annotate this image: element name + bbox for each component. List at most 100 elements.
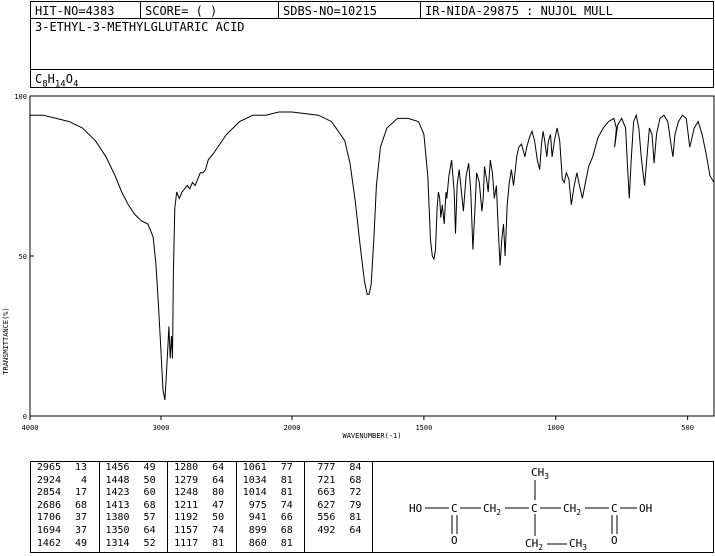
peak-row: 1314 52 (100, 538, 168, 551)
peak-row: 941 66 (237, 512, 305, 525)
ch2-right: CH2 (563, 502, 581, 517)
peak-wavenumber: 2965 (36, 462, 61, 473)
peak-row: 1280 64 (168, 462, 236, 475)
formula-h: H (47, 72, 55, 86)
peak-transmittance: 64 (212, 474, 225, 486)
y-axis-label: TRANSMITTANCE(%) (2, 307, 10, 374)
peak-transmittance: 80 (212, 487, 225, 499)
x-tick-label: 1000 (547, 424, 564, 432)
peak-wavenumber: 663 (317, 487, 336, 499)
peak-wavenumber: 899 (248, 524, 267, 536)
peak-row: 1706 37 (31, 512, 99, 525)
peak-transmittance: 81 (349, 512, 362, 524)
peak-row: 1192 50 (168, 512, 236, 525)
peak-row: 1157 74 (168, 525, 236, 538)
peak-row: 860 81 (237, 538, 305, 551)
peak-transmittance: 13 (74, 462, 87, 473)
peak-wavenumber: 1694 (36, 524, 61, 536)
peak-transmittance: 77 (280, 462, 293, 473)
header-bar: HIT-NO=4383 SCORE= ( ) SDBS-NO=10215 IR-… (30, 1, 714, 20)
peak-column: 777 84 721 68 663 72 627 79 556 81 492 64 (305, 462, 374, 552)
formula-box: C8H14O4 (30, 69, 714, 89)
peak-wavenumber: 1423 (105, 487, 130, 499)
peak-wavenumber: 721 (317, 474, 336, 486)
y-tick-label: 50 (19, 253, 27, 261)
peak-row: 1413 68 (100, 500, 168, 513)
peak-transmittance: 64 (143, 524, 156, 536)
peak-wavenumber: 1462 (36, 537, 61, 549)
peak-wavenumber: 1706 (36, 512, 61, 524)
peak-row: 2924 4 (31, 475, 99, 488)
peak-row: 1423 60 (100, 487, 168, 500)
peak-wavenumber: 941 (248, 512, 267, 524)
peak-wavenumber: 2924 (36, 474, 61, 486)
peak-wavenumber: 1211 (174, 499, 199, 511)
peak-row: 1448 50 (100, 475, 168, 488)
peak-wavenumber: 1456 (105, 462, 130, 473)
peak-row: 1694 37 (31, 525, 99, 538)
ch2-bottom: CH2 (525, 537, 543, 552)
peak-wavenumber: 2686 (36, 499, 61, 511)
peak-table: 2965 13 2924 4 2854 17 2686 68 1706 37 1694 37 1462 4… (30, 461, 373, 553)
peak-transmittance: 66 (280, 512, 293, 524)
y-tick-label: 100 (14, 93, 27, 101)
peak-wavenumber: 1192 (174, 512, 199, 524)
peak-wavenumber: 2854 (36, 487, 61, 499)
peak-transmittance: 49 (143, 462, 156, 473)
carbonyl-oxygen-right: O (611, 534, 618, 547)
oh-group: OH (639, 502, 652, 515)
peak-wavenumber: 1380 (105, 512, 130, 524)
peak-row: 2854 17 (31, 487, 99, 500)
peak-row: 1279 64 (168, 475, 236, 488)
peak-row: 1211 47 (168, 500, 236, 513)
peak-transmittance: 17 (74, 487, 87, 499)
x-tick-label: 500 (681, 424, 694, 432)
ch3-bottom: CH3 (569, 537, 587, 552)
peak-transmittance: 74 (280, 499, 293, 511)
peak-row: 1380 57 (100, 512, 168, 525)
peak-wavenumber: 1034 (242, 474, 267, 486)
peak-column: 1061 77 1034 81 1014 81 975 74 941 66 899 68 860 81 (237, 462, 306, 552)
peak-row: 899 68 (237, 525, 305, 538)
molecular-formula: C8H14O4 (35, 72, 78, 89)
peak-wavenumber: 1350 (105, 524, 130, 536)
carboxyl-carbon-right: C (611, 502, 618, 515)
peak-transmittance: 68 (349, 474, 362, 486)
peak-row: 492 64 (305, 525, 374, 538)
formula-o: O (65, 72, 73, 86)
peak-column: 1456 49 1448 50 1423 60 1413 68 1380 57 1350 64 1314… (100, 462, 169, 552)
peak-transmittance: 81 (280, 487, 293, 499)
peak-wavenumber: 1248 (174, 487, 199, 499)
x-axis-label: WAVENUMBER(-1) (342, 432, 401, 440)
ch2-left: CH2 (483, 502, 501, 517)
peak-transmittance: 81 (280, 537, 293, 549)
peak-row: 1456 49 (100, 462, 168, 475)
peak-transmittance: 81 (212, 537, 225, 549)
peak-row: 1034 81 (237, 475, 305, 488)
peak-transmittance: 72 (349, 487, 362, 499)
quaternary-carbon: C (531, 502, 538, 515)
peak-row: 1350 64 (100, 525, 168, 538)
peak-wavenumber: 1014 (242, 487, 267, 499)
structure-diagram: CH3 HO C CH2 C CH2 C OH O CH2 CH3 O (409, 466, 652, 552)
x-tick-label: 3000 (153, 424, 170, 432)
plot-frame (29, 95, 715, 417)
peak-transmittance: 68 (280, 524, 293, 536)
compound-name-box: 3-ETHYL-3-METHYLGLUTARIC ACID (30, 18, 714, 70)
peak-row: 975 74 (237, 500, 305, 513)
peak-row: 2686 68 (31, 500, 99, 513)
peak-wavenumber: 1157 (174, 524, 199, 536)
peak-wavenumber: 1314 (105, 537, 130, 549)
peak-transmittance: 49 (74, 537, 87, 549)
ho-group: HO (409, 502, 422, 515)
ir-spectrum-chart: 4000 3000 2000 1500 1000 500 0 50 100 WAVENUMBE… (2, 93, 715, 440)
peak-wavenumber: 777 (317, 462, 336, 473)
peak-transmittance: 79 (349, 499, 362, 511)
compound-name: 3-ETHYL-3-METHYLGLUTARIC ACID (35, 20, 245, 34)
peak-wavenumber: 1280 (174, 462, 199, 473)
peak-transmittance: 68 (74, 499, 87, 511)
x-tick-label: 2000 (284, 424, 301, 432)
peak-row: 1248 80 (168, 487, 236, 500)
peak-transmittance: 47 (212, 499, 225, 511)
peak-transmittance: 50 (143, 474, 156, 486)
